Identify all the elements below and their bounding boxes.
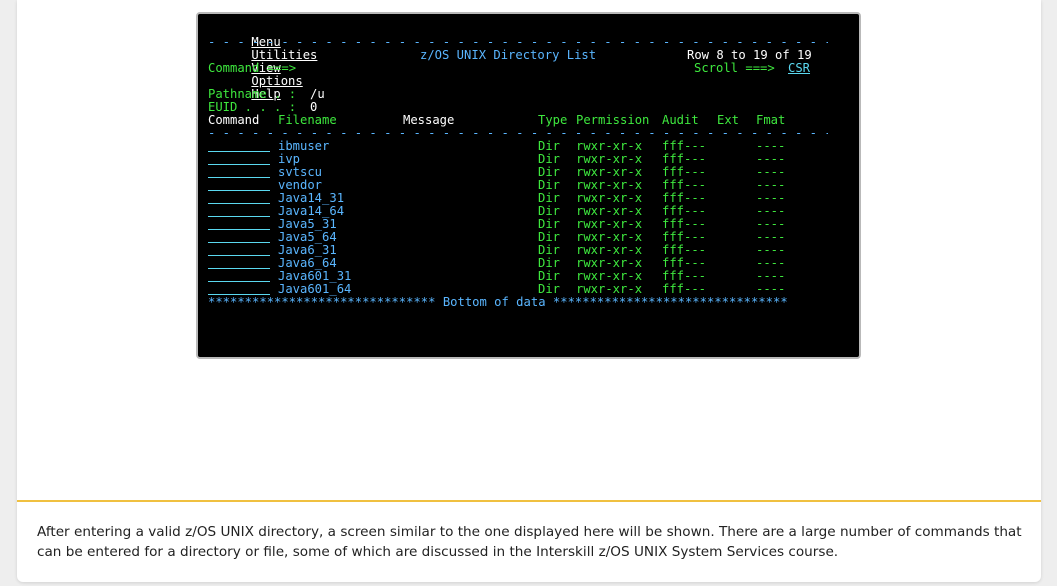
- line-command-field[interactable]: [208, 268, 270, 269]
- header-fmat: Fmat: [756, 113, 786, 127]
- panel-title: z/OS UNIX Directory List: [420, 48, 597, 62]
- line-command-field[interactable]: [208, 190, 270, 191]
- menu-item-options[interactable]: Options: [251, 74, 302, 88]
- scroll-label: Scroll ===>: [694, 61, 775, 75]
- bottom-of-data-line: ******************************* Bottom o…: [208, 296, 788, 309]
- line-command-field[interactable]: [208, 255, 270, 256]
- stars-right: ********************************: [552, 295, 788, 309]
- line-command-field[interactable]: [208, 242, 270, 243]
- header-command: Command: [208, 113, 260, 127]
- lesson-caption: After entering a valid z/OS UNIX directo…: [37, 524, 1022, 560]
- line-command-field[interactable]: [208, 281, 270, 282]
- menu-item-utilities[interactable]: Utilities: [251, 48, 317, 62]
- line-command-field[interactable]: [208, 151, 270, 152]
- command-input[interactable]: [306, 62, 686, 75]
- line-command-field[interactable]: [208, 229, 270, 230]
- stars-left: *******************************: [208, 295, 436, 309]
- header-type: Type: [538, 113, 568, 127]
- header-permission: Permission: [576, 113, 650, 127]
- scroll-field[interactable]: CSR: [788, 62, 810, 75]
- line-command-field[interactable]: [208, 177, 270, 178]
- line-command-field[interactable]: [208, 203, 270, 204]
- section-divider: [17, 500, 1041, 502]
- line-command-field[interactable]: [208, 164, 270, 165]
- header-message: Message: [403, 113, 455, 127]
- command-prompt: Command ===>: [208, 61, 297, 75]
- bottom-of-data-label: Bottom of data: [442, 295, 546, 309]
- ispf-terminal-screen[interactable]: Menu Utilities View Options Help - - - -…: [196, 12, 861, 359]
- header-filename: Filename: [278, 113, 337, 127]
- header-audit: Audit: [662, 113, 699, 127]
- header-ext: Ext: [717, 113, 740, 127]
- line-command-field[interactable]: [208, 216, 270, 217]
